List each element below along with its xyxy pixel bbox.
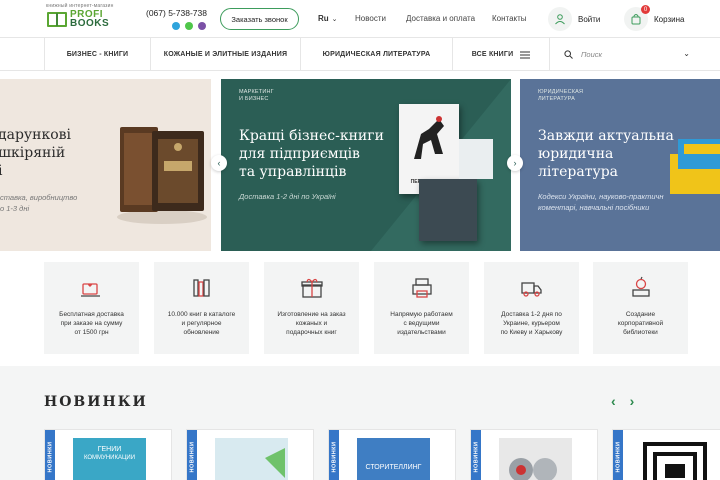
- features-row: Бесплатная доставка при заказе на сумму от…: [44, 262, 688, 354]
- open-book-logo-icon: [47, 12, 67, 27]
- chevron-down-icon: ⌄: [331, 16, 338, 23]
- nav-contacts[interactable]: Контакты: [492, 14, 527, 23]
- banner-subtitle: Доставка 1-2 дні по Україні: [239, 192, 336, 201]
- banner-title: Кращі бізнес-книги для підприємців та уп…: [239, 128, 384, 180]
- chevron-down-icon[interactable]: ⌄: [683, 49, 690, 58]
- prev-arrow-icon[interactable]: ‹: [611, 393, 616, 409]
- banner-prev-button[interactable]: ‹: [211, 155, 227, 171]
- feature-custom-books: Изготовление на заказ кожаных и подарочных…: [264, 262, 359, 354]
- language-label: Ru: [318, 14, 329, 23]
- category-bar: БИЗНЕС - КНИГИ КОЖАНЫЕ И ЭЛИТНЫЕ ИЗДАНИЯ…: [0, 38, 720, 71]
- category-business-books[interactable]: БИЗНЕС - КНИГИ: [44, 38, 151, 71]
- telegram-icon[interactable]: [172, 22, 180, 30]
- search-placeholder: Поиск: [581, 50, 603, 59]
- feature-text: 10.000 книг в каталоге и регулярное обновл…: [167, 311, 236, 336]
- book-cover-third: [459, 139, 493, 179]
- search-field[interactable]: Поиск ⌄: [550, 38, 700, 71]
- truck-heart-icon: [80, 283, 100, 297]
- book-cover: ГЕНИИ КОММУНИКАЦИИ: [73, 438, 146, 480]
- feature-text: Изготовление на заказ кожаных и подарочных…: [277, 311, 346, 336]
- language-selector[interactable]: Ru ⌄: [318, 14, 338, 23]
- banner-leather-gifts[interactable]: дарункові шкіряній і ставка, виробництво…: [0, 79, 211, 251]
- feature-catalog: 10.000 книг в каталоге и регулярное обновл…: [154, 262, 249, 354]
- leather-book-image: [117, 127, 207, 224]
- user-icon: [548, 7, 572, 31]
- callback-button[interactable]: Заказать звонок: [220, 8, 299, 30]
- apple-book-icon: [631, 276, 650, 297]
- feature-free-delivery: Бесплатная доставка при заказе на сумму от…: [44, 262, 139, 354]
- nav-news[interactable]: Новости: [355, 14, 386, 23]
- search-icon: [564, 50, 573, 59]
- site-header: книжный интернет-магазин PROFI BOOKS (06…: [0, 0, 720, 38]
- horse-illustration: [414, 116, 444, 159]
- product-card[interactable]: НОВИНКИ ГЕНИИ КОММУНИКАЦИИ: [44, 429, 172, 480]
- banner-title: дарункові шкіряній і: [0, 127, 72, 179]
- book-cover: СТОРИТЕЛЛИНГ: [357, 438, 430, 480]
- feature-publishers: Напрямую работаем с ведущими издательствам…: [374, 262, 469, 354]
- banner-tag: МАРКЕТИНГ И БИЗНЕС: [239, 89, 274, 102]
- category-leather-editions[interactable]: КОЖАНЫЕ И ЭЛИТНЫЕ ИЗДАНИЯ: [151, 38, 301, 71]
- cart-button[interactable]: 0 Корзина: [624, 5, 685, 31]
- cover-graphic: [643, 442, 707, 480]
- banner-title: Завжди актуальна юридична література: [538, 128, 674, 180]
- category-legal-literature[interactable]: ЮРИДИЧЕСКАЯ ЛИТЕРАТУРА: [301, 38, 453, 71]
- banner-business-books[interactable]: МАРКЕТИНГ И БИЗНЕС Кращі бізнес-книги дл…: [221, 79, 511, 251]
- all-books-label: ВСЕ КНИГИ: [471, 51, 514, 58]
- banner-legal-literature[interactable]: ЮРИДИЧЕСКАЯ ЛИТЕРАТУРА Завжди актуальна …: [520, 79, 720, 251]
- cart-icon: 0: [624, 5, 650, 31]
- feature-text: Напрямую работаем с ведущими издательствам…: [390, 311, 453, 336]
- product-card[interactable]: НОВИНКИ СТОРИТЕЛЛИНГ: [328, 429, 456, 480]
- feature-text: Создание корпоративной библиотеки: [617, 311, 664, 336]
- next-arrow-icon[interactable]: ›: [630, 393, 635, 409]
- feature-fast-delivery: Доставка 1-2 дня по Украине, курьером по К…: [484, 262, 579, 354]
- new-ribbon: НОВИНКИ: [471, 430, 481, 480]
- feature-text: Бесплатная доставка при заказе на сумму от…: [59, 311, 124, 336]
- logo-word-books: BOOKS: [70, 18, 110, 29]
- new-ribbon: НОВИНКИ: [613, 430, 623, 480]
- menu-icon: [520, 51, 531, 58]
- banner-tag: ЮРИДИЧЕСКАЯ ЛИТЕРАТУРА: [538, 89, 584, 102]
- product-card[interactable]: НОВИНКИ: [186, 429, 314, 480]
- banner-slider: дарункові шкіряній і ставка, виробництво…: [0, 79, 720, 251]
- new-ribbon: НОВИНКИ: [187, 430, 197, 480]
- new-arrivals-section: НОВИНКИ ‹ › НОВИНКИ ГЕНИИ КОММУНИКАЦИИ Н…: [0, 366, 720, 480]
- category-all-books[interactable]: ВСЕ КНИГИ: [453, 38, 550, 71]
- book-cover: [639, 438, 712, 480]
- banner-subtitle: ставка, виробництво о 1-3 дні: [0, 193, 78, 213]
- whatsapp-icon[interactable]: [185, 22, 193, 30]
- section-title: НОВИНКИ: [44, 394, 148, 410]
- printer-icon: [411, 278, 432, 298]
- phone-block: (067) 5-738-738: [146, 8, 207, 30]
- books-icon: [192, 279, 210, 297]
- banner-subtitle: Кодекси України, науково-практичн комент…: [538, 192, 664, 212]
- banner-next-button[interactable]: ›: [507, 155, 523, 171]
- viber-icon[interactable]: [198, 22, 206, 30]
- product-card[interactable]: НОВИНКИ: [612, 429, 720, 480]
- new-ribbon: НОВИНКИ: [329, 430, 339, 480]
- cart-count-badge: 0: [641, 5, 650, 14]
- book-cover-secondary: [419, 179, 477, 241]
- cart-label: Корзина: [654, 14, 685, 24]
- login-label: Войти: [578, 14, 601, 24]
- gift-icon: [300, 278, 323, 298]
- cover-graphic: [265, 448, 285, 478]
- book-cover: [215, 438, 288, 480]
- product-card[interactable]: НОВИНКИ: [470, 429, 598, 480]
- feature-corporate-library: Создание корпоративной библиотеки: [593, 262, 688, 354]
- nav-delivery[interactable]: Доставка и оплата: [406, 14, 475, 23]
- new-ribbon: НОВИНКИ: [45, 430, 55, 480]
- logo[interactable]: книжный интернет-магазин PROFI BOOKS: [46, 3, 136, 33]
- login-button[interactable]: Войти: [548, 7, 600, 31]
- feature-text: Доставка 1-2 дня по Украине, курьером по К…: [500, 311, 563, 336]
- cover-graphic: [509, 458, 557, 480]
- legal-books-image: [670, 139, 720, 194]
- book-cover: [499, 438, 572, 480]
- phone-number[interactable]: (067) 5-738-738: [146, 8, 207, 18]
- delivery-truck-icon: [520, 282, 542, 297]
